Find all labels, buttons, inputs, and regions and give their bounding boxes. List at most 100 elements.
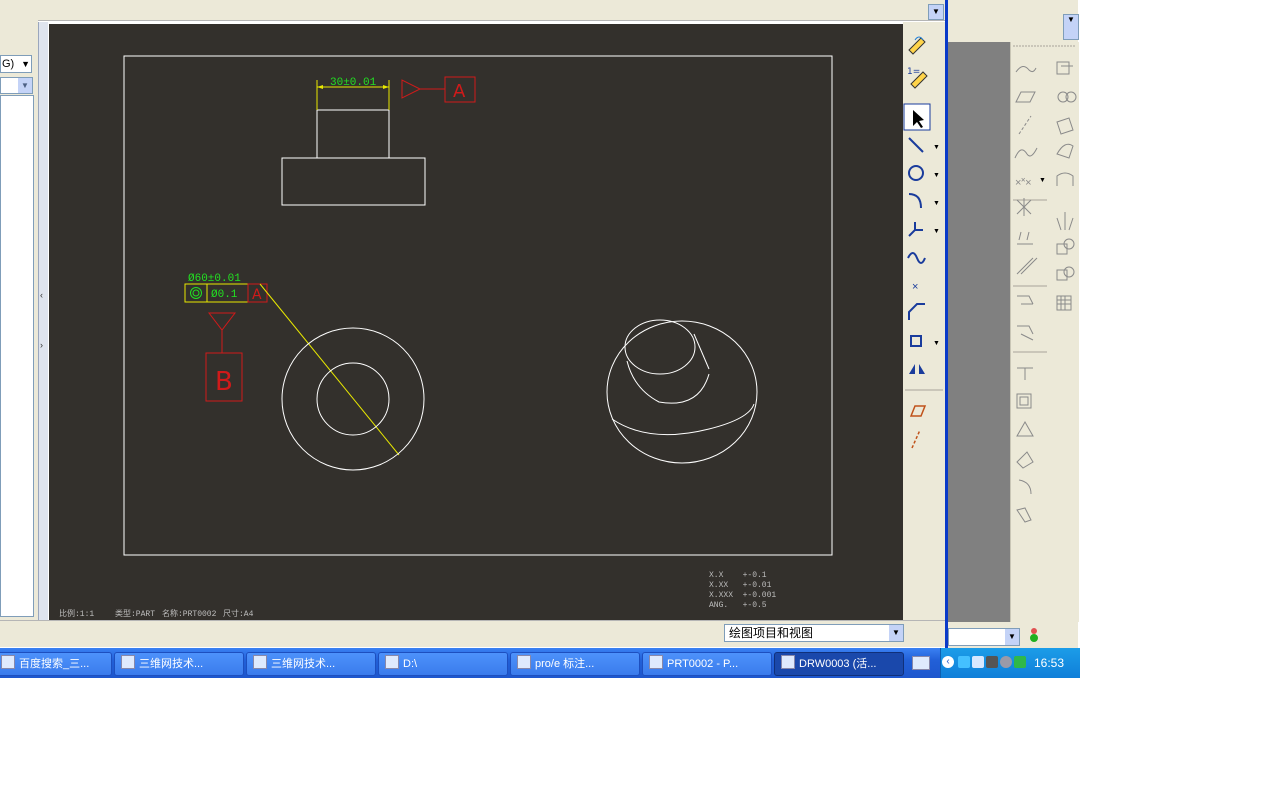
show-annotations-icon[interactable]: 1= — [907, 67, 928, 89]
taskbar-item-proe-forum[interactable]: pro/e 标注... — [510, 652, 640, 676]
point-datum-icon[interactable]: ×˟× ▼ — [1015, 177, 1046, 189]
axis-icon[interactable] — [1018, 115, 1032, 135]
proe-part-icon — [649, 655, 663, 669]
disc-icon[interactable] — [1000, 656, 1012, 668]
chamfer-feature-icon[interactable] — [1016, 507, 1032, 523]
rib-icon[interactable] — [1017, 367, 1033, 380]
taskbar-item-3dportal-2[interactable]: 三维网技术... — [246, 652, 376, 676]
fillet-tool-icon[interactable]: ▼ — [908, 222, 940, 237]
circle-tool-icon[interactable]: ▼ — [908, 165, 940, 181]
chevron-down-icon: ▼ — [18, 78, 32, 93]
variable-sweep-icon[interactable] — [1056, 143, 1074, 159]
clock[interactable]: 16:53 — [1034, 656, 1064, 670]
sheet-border — [123, 55, 833, 556]
parallelogram-icon[interactable] — [909, 405, 927, 417]
svg-text:▼: ▼ — [933, 200, 940, 207]
offset-edge-icon[interactable]: ▼ — [910, 335, 940, 347]
pattern-icon[interactable] — [1016, 257, 1038, 275]
keyboard-icon[interactable] — [912, 656, 930, 670]
taskbar-item-label: 三维网技术... — [139, 658, 204, 670]
round-icon[interactable] — [1018, 479, 1032, 495]
gtol-datum-text: A — [252, 287, 262, 303]
network-icon[interactable] — [958, 656, 970, 668]
diameter-dimension-text[interactable]: Ø60±0.01 — [188, 273, 241, 285]
collapse-left-icon[interactable]: ‹ — [40, 290, 46, 300]
speaker-icon[interactable] — [972, 656, 984, 668]
filter-dropdown[interactable]: ▼ — [0, 77, 33, 94]
edit-annotation-icon[interactable] — [908, 36, 926, 55]
selection-filter-select[interactable]: 绘图项目和视图 ▼ — [724, 624, 904, 642]
copy-surface-icon[interactable] — [1056, 61, 1073, 75]
model-tree[interactable] — [0, 95, 34, 617]
line-tool-icon[interactable]: ▼ — [908, 137, 940, 153]
datum-a-flag[interactable]: A — [401, 76, 476, 103]
table-icon[interactable] — [1056, 295, 1072, 311]
draft-icon[interactable] — [1016, 420, 1034, 437]
mirror-feature-icon[interactable] — [1056, 212, 1074, 231]
selection-filter-value: 绘图项目和视图 — [729, 626, 814, 640]
svg-text:▼: ▼ — [1039, 177, 1046, 184]
point-tool-icon[interactable]: × — [912, 281, 918, 293]
extrude-icon[interactable] — [1017, 295, 1034, 305]
drawing-canvas[interactable]: 30±0.01 A Ø60±0.01 Ø0.1 A B X.X +-0.1 X.… — [49, 24, 903, 620]
fill-icon[interactable] — [1056, 172, 1074, 186]
monitor-icon[interactable] — [986, 656, 998, 668]
coordinate-system-icon[interactable] — [1016, 198, 1032, 216]
taskbar-item-baidu[interactable]: 百度搜索_三... — [0, 652, 112, 676]
navigator-dropdown[interactable]: G) ▼ — [0, 55, 32, 73]
arc-tool-icon[interactable]: ▼ — [908, 193, 940, 209]
dimension-30[interactable]: 30±0.01 — [316, 77, 390, 110]
chevron-left-icon[interactable]: ‹ — [942, 656, 954, 668]
blend-icon[interactable] — [1057, 91, 1077, 103]
curve-icon[interactable] — [1014, 147, 1038, 159]
sketch-icon[interactable] — [1015, 66, 1037, 73]
navigator-dropdown-label: G) — [2, 58, 15, 70]
hole-icon[interactable] — [1016, 451, 1034, 469]
geometric-tolerance-frame[interactable]: Ø0.1 A — [184, 283, 268, 303]
svg-text:1=: 1= — [907, 67, 920, 77]
secondary-filter-select[interactable]: ▼ — [948, 628, 1020, 646]
spline-tool-icon[interactable] — [907, 252, 926, 264]
construction-line-icon[interactable] — [911, 429, 921, 449]
datum-a-label: A — [453, 81, 466, 102]
expand-right-icon[interactable]: › — [40, 340, 46, 350]
drawing-toolbar: 1= ▼ ▼ ▼ ▼ × ▼ — [903, 22, 945, 620]
taskbar-item-drw0003[interactable]: DRW0003 (活... — [774, 652, 904, 676]
analysis-icon[interactable] — [1017, 231, 1033, 245]
traffic-light-icon[interactable] — [1029, 627, 1039, 645]
tolerance-row: X.X +-0.1 — [709, 571, 767, 580]
mirror-tool-icon[interactable] — [909, 364, 925, 374]
front-view-boss[interactable] — [316, 109, 390, 159]
taskbar-item-label: 百度搜索_三... — [19, 658, 90, 670]
sketch-toolbar: ×˟× ▼ — [1010, 42, 1079, 622]
merge-icon[interactable] — [1056, 238, 1075, 255]
panel-splitter[interactable]: ‹ › — [38, 22, 48, 622]
taskbar-item-3dportal-1[interactable]: 三维网技术... — [114, 652, 244, 676]
isometric-view[interactable] — [606, 319, 758, 464]
boundary-icon[interactable] — [1056, 117, 1074, 135]
chamfer-tool-icon[interactable] — [908, 303, 925, 320]
front-view-base[interactable] — [281, 157, 426, 206]
revolve-icon[interactable] — [1017, 325, 1034, 341]
taskbar-item-label: D:\ — [403, 658, 418, 670]
shell-icon[interactable] — [1016, 393, 1032, 409]
shield-icon[interactable] — [1014, 656, 1026, 668]
taskbar-item-label: DRW0003 (活... — [799, 658, 877, 670]
taskbar-item-label: pro/e 标注... — [535, 658, 595, 670]
tolerance-row: X.XXX +-0.001 — [709, 591, 776, 600]
chevron-down-icon: ▼ — [889, 625, 903, 641]
datum-b-flag[interactable]: B — [205, 312, 243, 402]
title-strip — [0, 0, 945, 21]
taskbar-item-label: PRT0002 - P... — [667, 658, 739, 670]
scroll-down-button[interactable]: ▼ — [1063, 14, 1079, 40]
svg-text:×˟×: ×˟× — [1015, 177, 1032, 189]
plane-icon[interactable] — [1015, 91, 1036, 103]
taskbar-item-drive-d[interactable]: D:\ — [378, 652, 508, 676]
taskbar-item-prt0002[interactable]: PRT0002 - P... — [642, 652, 772, 676]
footer-scale: 比例:1:1 — [59, 608, 94, 619]
secondary-graphics-area — [948, 42, 1010, 622]
scroll-down-button[interactable]: ▼ — [928, 4, 944, 20]
tolerance-leader-line[interactable] — [259, 283, 400, 456]
trim-icon[interactable] — [1056, 266, 1075, 281]
footer-name: 名称:PRT0002 — [162, 608, 217, 619]
